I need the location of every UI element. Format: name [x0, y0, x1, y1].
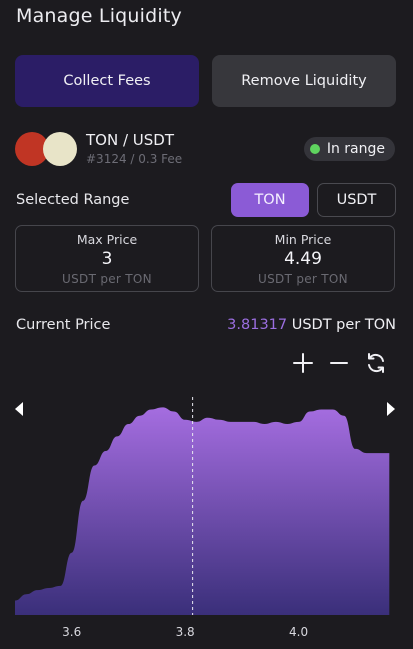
token-toggle-ton[interactable]: TON — [231, 183, 309, 217]
x-tick-label: 3.6 — [62, 625, 81, 639]
current-price-unit: USDT per TON — [291, 317, 396, 333]
min-price-unit: USDT per TON — [258, 272, 348, 286]
min-price-value: 4.49 — [284, 249, 322, 269]
x-tick-label: 3.8 — [176, 625, 195, 639]
status-label: In range — [326, 141, 385, 157]
current-price-label: Current Price — [16, 317, 111, 333]
selected-range-label: Selected Range — [16, 192, 130, 208]
position-subtitle: #3124 / 0.3 Fee — [86, 152, 183, 166]
min-price-label: Min Price — [274, 232, 332, 247]
liquidity-area — [15, 407, 390, 615]
usdt-token-icon — [43, 132, 77, 166]
max-price-unit: USDT per TON — [62, 272, 152, 286]
status-dot-icon — [309, 144, 320, 154]
page-title: Manage Liquidity — [16, 5, 182, 27]
collect-fees-button[interactable]: Collect Fees — [15, 55, 199, 107]
current-price-readout: 3.81317 USDT per TON — [227, 317, 396, 333]
remove-liquidity-button[interactable]: Remove Liquidity — [212, 55, 396, 107]
refresh-icon[interactable] — [364, 351, 388, 375]
zoom-in-plus-icon[interactable] — [291, 351, 315, 375]
current-price-value: 3.81317 — [227, 317, 288, 333]
status-badge: In range — [303, 137, 395, 161]
max-price-value: 3 — [101, 249, 113, 269]
position-header: TON / USDT #3124 / 0.3 Fee In range — [15, 130, 395, 170]
max-price-label: Max Price — [76, 232, 138, 247]
zoom-out-minus-icon[interactable] — [327, 351, 351, 375]
token-toggle-usdt[interactable]: USDT — [317, 183, 396, 217]
min-price-card: Min Price 4.49 USDT per TON — [211, 225, 395, 292]
pair-name: TON / USDT — [86, 131, 174, 149]
x-tick-label: 4.0 — [289, 625, 308, 639]
liquidity-chart[interactable]: 3.6 3.8 4.0 — [0, 395, 413, 649]
max-price-card: Max Price 3 USDT per TON — [15, 225, 199, 292]
